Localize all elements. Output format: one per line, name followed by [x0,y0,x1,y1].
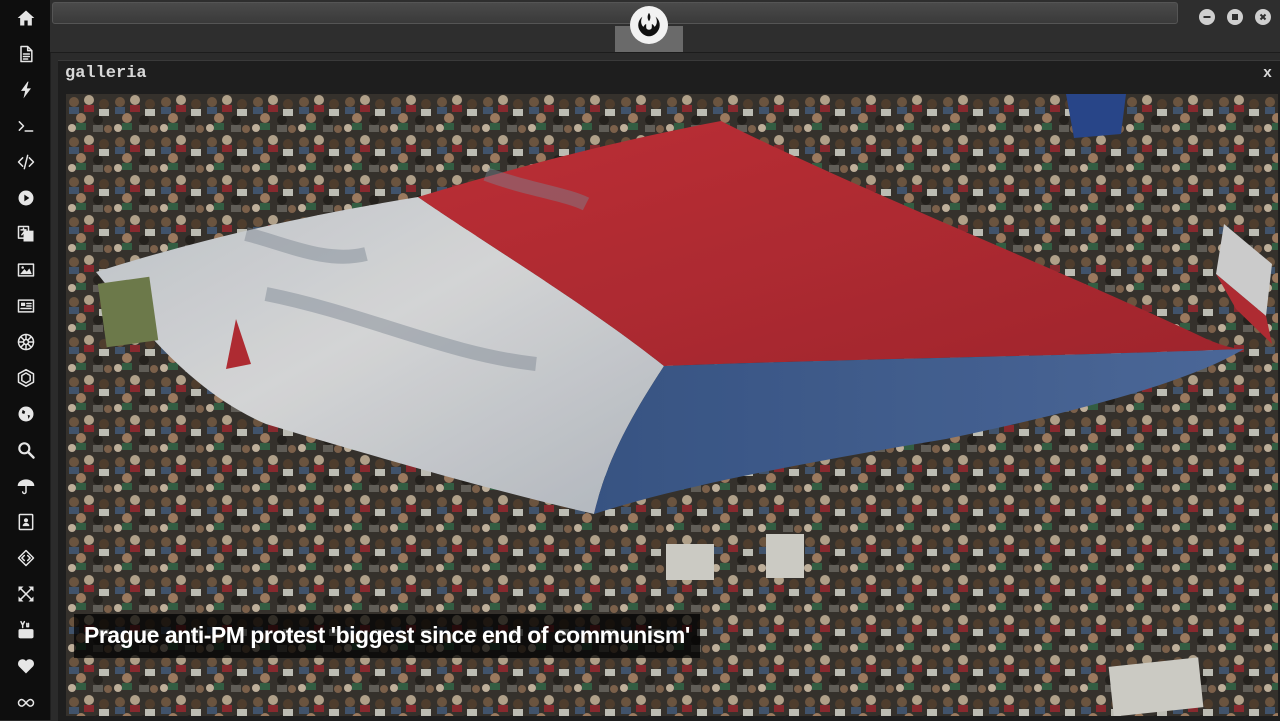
heart-icon[interactable] [12,652,40,680]
globe-icon[interactable] [12,400,40,428]
embed-icon[interactable] [12,544,40,572]
close-icon[interactable] [1255,9,1271,25]
newspaper-icon[interactable] [12,292,40,320]
infinity-cloud-icon[interactable] [12,688,40,716]
terminal-icon[interactable] [12,112,40,140]
code-icon[interactable] [12,148,40,176]
home-icon[interactable] [12,4,40,32]
play-icon[interactable] [12,184,40,212]
umbrella-icon[interactable] [12,472,40,500]
empire-icon[interactable] [12,328,40,356]
image-caption: Prague anti-PM protest 'biggest since en… [74,614,700,658]
translate-icon[interactable] [12,220,40,248]
panel-close-button[interactable]: x [1263,63,1272,85]
contact-card-icon[interactable] [12,508,40,536]
document-icon[interactable] [12,40,40,68]
gallery-panel: galleria x Prague anti-PM protest 'bigge… [58,60,1280,721]
minimize-icon[interactable] [1199,9,1215,25]
address-bar[interactable] [52,2,1178,24]
gallery-image[interactable]: Prague anti-PM protest 'biggest since en… [66,94,1278,716]
panel-title: galleria [65,64,147,83]
rebel-alliance-icon[interactable] [630,6,668,44]
sidebar [0,0,51,720]
fullscreen-icon[interactable] [12,580,40,608]
image-icon[interactable] [12,256,40,284]
search-icon[interactable] [12,436,40,464]
lightning-icon[interactable] [12,76,40,104]
top-bar [50,0,1280,53]
youtube-icon[interactable] [12,616,40,644]
hexagon-icon[interactable] [12,364,40,392]
maximize-icon[interactable] [1227,9,1243,25]
